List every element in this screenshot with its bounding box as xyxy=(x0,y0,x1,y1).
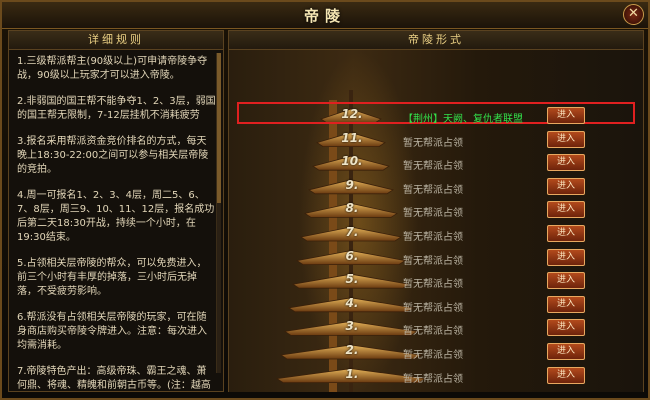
imperial-tomb-window: 帝陵 ✕ 详细规则 1.三级帮派帮主(90级以上)可申请帝陵争夺战，90级以上玩… xyxy=(0,0,650,400)
floor-row: 7. 暂无帮派占领 进入 xyxy=(229,223,643,245)
floor-occupant: 暂无帮派占领 xyxy=(403,137,463,149)
close-icon[interactable]: ✕ xyxy=(623,4,644,25)
floor-row: 12. 【荆州】天阙、复仇者联盟 进入 xyxy=(229,105,643,127)
floor-row: 1. 暂无帮派占领 进入 xyxy=(229,365,643,387)
floor-occupant: 暂无帮派占领 xyxy=(403,350,463,361)
floor-occupant: 【荆州】天阙、复仇者联盟 xyxy=(403,114,523,125)
floor-number: 5. xyxy=(345,272,359,287)
floor-number: 11. xyxy=(341,130,363,145)
enter-button[interactable]: 进入 xyxy=(547,201,585,219)
floor-number: 8. xyxy=(345,201,359,216)
floor-number: 7. xyxy=(345,225,359,239)
enter-button[interactable]: 进入 xyxy=(547,107,585,124)
rules-panel: 详细规则 1.三级帮派帮主(90级以上)可申请帝陵争夺战，90级以上玩家才可以进… xyxy=(8,30,224,392)
tomb-panel: 帝陵形式 12. 【荆州】天阙、复仇者联盟 进入 11. 暂无帮派占领 进入 10. 暂无帮派… xyxy=(228,30,644,392)
enter-button[interactable]: 进入 xyxy=(547,366,585,384)
floor-number: 12. xyxy=(341,107,363,121)
enter-button[interactable]: 进入 xyxy=(547,130,585,148)
floor-occupant: 暂无帮派占领 xyxy=(403,184,463,196)
pagoda-stage: 12. 【荆州】天阙、复仇者联盟 进入 11. 暂无帮派占领 进入 10. 暂无帮派占领 进入 9… xyxy=(229,50,643,392)
floor-occupant: 暂无帮派占领 xyxy=(403,232,463,243)
floor-row: 3. 暂无帮派占领 进入 xyxy=(229,317,643,339)
enter-button[interactable]: 进入 xyxy=(547,154,585,172)
floor-number: 10. xyxy=(341,154,363,169)
floor-row: 8. 暂无帮派占领 进入 xyxy=(229,199,643,221)
rule-item: 2.非弱国的国王帮不能争夺1、2、3层，弱国的国王帮无限制，7-12层挂机不消耗… xyxy=(17,96,216,121)
enter-button[interactable]: 进入 xyxy=(547,319,585,337)
floor-row: 6. 暂无帮派占领 进入 xyxy=(229,247,643,269)
title-bar: 帝陵 ✕ xyxy=(2,2,648,29)
floor-row: 5. 暂无帮派占领 进入 xyxy=(229,270,643,292)
floor-occupant: 暂无帮派占领 xyxy=(403,302,463,314)
floor-number: 3. xyxy=(345,319,359,334)
rules-header: 详细规则 xyxy=(9,31,223,50)
rule-item: 7.帝陵特色产出：高级帝珠、霸王之魂、萧何鼎、将魂、精魄和前朝古币等。(注：越高… xyxy=(17,366,211,391)
floor-occupant: 暂无帮派占领 xyxy=(403,161,463,173)
enter-button[interactable]: 进入 xyxy=(547,343,585,360)
floor-number: 2. xyxy=(345,343,359,357)
floor-row: 9. 暂无帮派占领 进入 xyxy=(229,176,643,198)
floor-occupant: 暂无帮派占领 xyxy=(403,279,463,291)
floor-row: 10. 暂无帮派占领 进入 xyxy=(229,152,643,174)
floor-occupant: 暂无帮派占领 xyxy=(403,208,463,220)
rule-item: 3.报名采用帮派资金竞价排名的方式，每天晚上18:30-22:00之间可以参与相… xyxy=(17,136,209,175)
floor-number: 1. xyxy=(345,366,359,381)
rules-scrollbar[interactable] xyxy=(216,53,221,373)
floor-occupant: 暂无帮派占领 xyxy=(403,326,463,338)
enter-button[interactable]: 进入 xyxy=(547,295,585,313)
floor-number: 4. xyxy=(345,295,359,310)
scrollbar-thumb[interactable] xyxy=(217,53,221,203)
window-title: 帝陵 xyxy=(303,7,346,25)
enter-button[interactable]: 进入 xyxy=(547,248,585,266)
tomb-header: 帝陵形式 xyxy=(229,31,643,50)
rules-list: 1.三级帮派帮主(90级以上)可申请帝陵争夺战，90级以上玩家才可以进入帝陵。 … xyxy=(9,50,223,393)
floor-number: 6. xyxy=(345,248,359,263)
floor-number: 9. xyxy=(345,177,359,192)
enter-button[interactable]: 进入 xyxy=(547,177,585,195)
enter-button[interactable]: 进入 xyxy=(547,272,585,290)
rule-item: 6.帮派没有占领相关层帝陵的玩家，可在随身商店购买帝陵令牌进入。注意：每次进入均… xyxy=(17,312,207,351)
floor-occupant: 暂无帮派占领 xyxy=(403,255,463,267)
enter-button[interactable]: 进入 xyxy=(547,225,585,242)
rule-item: 4.周一可报名1、2、3、4层，周二5、6、7、8层，周三9、10、11、12层… xyxy=(17,190,215,243)
floor-occupant: 暂无帮派占领 xyxy=(403,373,463,385)
rule-item: 5.占领相关层帝陵的帮众，可以免费进入，前三个小时有丰厚的掉落，三小时后无掉落，… xyxy=(17,258,207,297)
floor-row: 4. 暂无帮派占领 进入 xyxy=(229,294,643,316)
rule-item: 1.三级帮派帮主(90级以上)可申请帝陵争夺战，90级以上玩家才可以进入帝陵。 xyxy=(17,56,208,81)
floor-row: 2. 暂无帮派占领 进入 xyxy=(229,341,643,363)
floor-row: 11. 暂无帮派占领 进入 xyxy=(229,129,643,151)
